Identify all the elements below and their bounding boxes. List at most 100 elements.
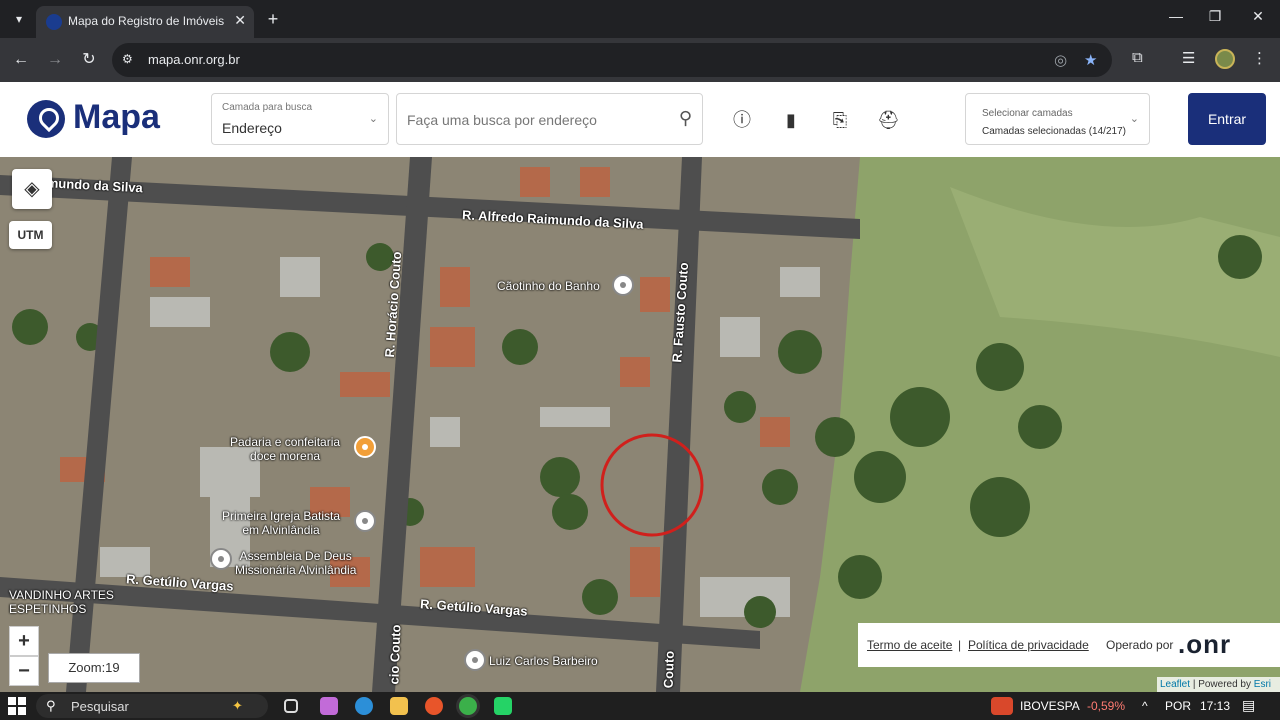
url-text[interactable]: mapa.onr.org.br xyxy=(148,52,240,67)
poi-label-line: ESPETINHOS xyxy=(9,602,87,616)
zoom-level: Zoom:19 xyxy=(48,653,140,683)
helmet-icon[interactable]: ⛑ xyxy=(877,109,900,131)
utm-button[interactable]: UTM xyxy=(9,221,52,249)
poi-label[interactable]: VANDINHO ARTES ESPETINHOS xyxy=(9,588,114,616)
tracking-off-icon[interactable]: ◎ xyxy=(1054,51,1067,69)
maximize-icon[interactable]: ❐ xyxy=(1203,8,1227,25)
address-search[interactable]: ⚲ xyxy=(396,93,703,145)
street-label: Couto xyxy=(660,650,677,689)
media-controls-icon[interactable]: ☰ xyxy=(1182,49,1195,67)
poi-label[interactable]: Assembleia De Deus Missionária Alvinlând… xyxy=(235,549,356,577)
poi-label-line: VANDINHO ARTES xyxy=(9,588,114,602)
poi-pin-icon[interactable] xyxy=(612,274,634,296)
extensions-icon[interactable]: ⧉ xyxy=(1132,49,1143,66)
footer-separator: | xyxy=(958,638,962,652)
search-icon[interactable]: ⚲ xyxy=(679,108,692,129)
privacy-link[interactable]: Política de privacidade xyxy=(968,638,1089,652)
browser-toolbar: ← → ↻ ⚙ mapa.onr.org.br ◎ ★ ⧉ ☰ ⋮ xyxy=(0,38,1280,82)
layers-stack-icon[interactable]: ◈ xyxy=(12,169,52,209)
back-icon[interactable]: ← xyxy=(10,49,32,71)
satellite-imagery xyxy=(0,157,1280,692)
ticker-value[interactable]: -0,59% xyxy=(1087,699,1125,713)
onr-logo[interactable]: .onr xyxy=(1178,629,1231,660)
profile-avatar[interactable] xyxy=(1215,49,1235,69)
zoom-in-button[interactable]: + xyxy=(9,626,39,656)
notifications-icon[interactable]: ▤ xyxy=(1242,697,1255,714)
file-explorer-icon[interactable] xyxy=(390,697,408,715)
poi-label[interactable]: Primeira Igreja Batista em Alvinlândia xyxy=(222,509,340,537)
bookmark-star-icon[interactable]: ★ xyxy=(1084,51,1097,69)
whatsapp-icon[interactable] xyxy=(494,697,512,715)
copilot-icon[interactable] xyxy=(320,697,338,715)
login-button[interactable]: Entrar xyxy=(1188,93,1266,145)
layers-select-label: Selecionar camadas xyxy=(982,108,1073,119)
map-pin-logo-icon[interactable] xyxy=(27,100,65,138)
info-icon[interactable]: ⓘ xyxy=(731,109,753,131)
poi-label-line: Missionária Alvinlândia xyxy=(235,563,357,577)
language-indicator[interactable]: POR xyxy=(1165,699,1191,713)
operated-by-text: Operado por xyxy=(1106,638,1174,652)
chrome-icon[interactable] xyxy=(459,697,477,715)
church-pin-icon[interactable] xyxy=(354,510,376,532)
poi-label[interactable]: Padaria e confeitaria doce morena xyxy=(230,435,340,463)
close-window-icon[interactable]: ✕ xyxy=(1246,8,1270,25)
clock[interactable]: 17:13 xyxy=(1200,699,1230,713)
search-layer-select[interactable]: Camada para busca Endereço ⌄ xyxy=(211,93,389,145)
new-tab-icon[interactable]: + xyxy=(262,8,284,30)
chevron-down-icon: ⌄ xyxy=(1129,113,1139,125)
poi-label-line: doce morena xyxy=(250,449,321,463)
search-icon: ⚲ xyxy=(46,698,56,713)
poi-label-line: Padaria e confeitaria xyxy=(230,435,341,449)
map-footer: Termo de aceite | Política de privacidad… xyxy=(858,623,1280,667)
avast-icon[interactable] xyxy=(425,697,443,715)
poi-label-line: em Alvinlândia xyxy=(242,523,320,537)
zoom-out-button[interactable]: − xyxy=(9,656,39,686)
edge-icon[interactable] xyxy=(355,697,373,715)
ticker-name[interactable]: IBOVESPA xyxy=(1020,699,1080,713)
poi-label[interactable]: Luiz Carlos Barbeiro xyxy=(489,654,598,668)
tab-title: Mapa do Registro de Imóveis xyxy=(68,14,225,28)
map-attribution: Leaflet | Powered by Esri xyxy=(1157,677,1280,692)
taskbar-search[interactable]: ⚲ Pesquisar ✦ xyxy=(36,694,268,718)
site-info-icon[interactable]: ⚙ xyxy=(122,52,138,68)
church-pin-icon[interactable] xyxy=(210,548,232,570)
poi-label[interactable]: Cãotinho do Banho xyxy=(497,279,600,293)
bar-chart-icon[interactable]: ▮ xyxy=(780,109,802,131)
close-tab-icon[interactable]: ✕ xyxy=(234,12,246,29)
chevron-down-icon: ⌄ xyxy=(368,113,378,125)
esri-link[interactable]: Esri xyxy=(1254,679,1271,690)
taskbar-search-text: Pesquisar xyxy=(71,699,129,714)
stock-chart-icon[interactable] xyxy=(991,697,1013,715)
poi-label-line: Primeira Igreja Batista xyxy=(222,509,341,523)
windows-start-icon[interactable] xyxy=(8,697,26,715)
address-search-input[interactable] xyxy=(407,109,657,131)
tray-chevron-icon[interactable]: ^ xyxy=(1142,699,1148,713)
layers-select-value: Camadas selecionadas (14/217) xyxy=(982,126,1126,137)
forward-icon[interactable]: → xyxy=(44,49,66,71)
poi-pin-icon[interactable] xyxy=(464,649,486,671)
street-label: cio Couto xyxy=(386,624,404,685)
satellite-map[interactable]: o Raimundo da Silva R. Alfredo Raimundo … xyxy=(0,157,1280,692)
browser-tabbar: ▾ Mapa do Registro de Imóveis ✕ + — ❐ ✕ xyxy=(0,0,1280,38)
reload-icon[interactable]: ↻ xyxy=(78,49,100,71)
search-layer-value: Endereço xyxy=(222,120,282,136)
windows-taskbar: ⚲ Pesquisar ✦ IBOVESPA -0,59% ^ POR 17:1… xyxy=(0,692,1280,720)
tab-search-chevron-icon[interactable]: ▾ xyxy=(8,8,30,30)
menu-kebab-icon[interactable]: ⋮ xyxy=(1252,49,1267,67)
task-view-icon[interactable] xyxy=(284,699,298,713)
browser-tab[interactable]: Mapa do Registro de Imóveis ✕ xyxy=(36,6,254,38)
leaflet-link[interactable]: Leaflet xyxy=(1160,679,1190,690)
address-bar[interactable]: ⚙ mapa.onr.org.br ◎ ★ xyxy=(112,43,1112,77)
sparkle-icon: ✦ xyxy=(232,698,243,713)
powered-by-text: | Powered by xyxy=(1192,679,1251,690)
poi-label-line: Assembleia De Deus xyxy=(239,549,352,563)
food-pin-icon[interactable] xyxy=(354,436,376,458)
search-layer-label: Camada para busca xyxy=(222,102,313,113)
favicon-icon xyxy=(46,14,62,30)
app-header: Mapa Camada para busca Endereço ⌄ ⚲ ⓘ ▮ … xyxy=(0,82,1280,157)
logo-text[interactable]: Mapa xyxy=(73,98,160,137)
minimize-icon[interactable]: — xyxy=(1164,8,1188,24)
layers-select[interactable]: Selecionar camadas Camadas selecionadas … xyxy=(965,93,1150,145)
pdf-icon[interactable]: ⎘ xyxy=(829,109,851,131)
terms-link[interactable]: Termo de aceite xyxy=(867,638,952,652)
